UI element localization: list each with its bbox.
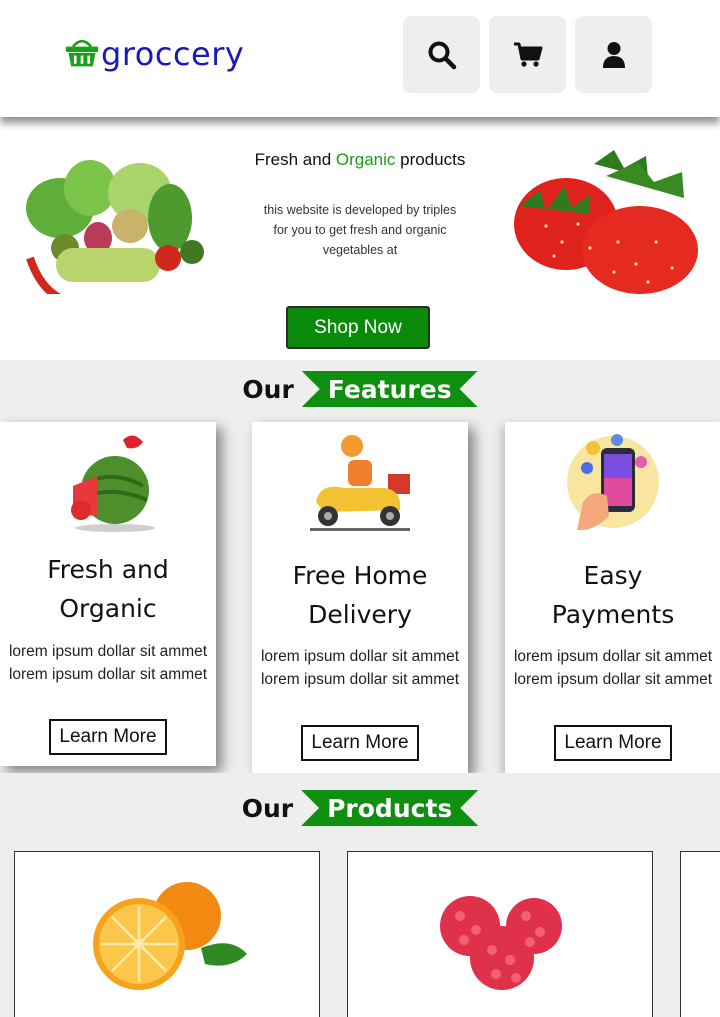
products-heading-ribbon: Products: [301, 790, 478, 826]
shop-now-button[interactable]: Shop Now: [286, 306, 430, 349]
learn-more-button[interactable]: Learn More: [554, 725, 672, 761]
feature-description: lorem ipsum dollar sit ammet lorem ipsum…: [513, 648, 713, 688]
feature-description: lorem ipsum dollar sit ammet lorem ipsum…: [8, 643, 208, 683]
learn-more-button[interactable]: Learn More: [49, 719, 167, 755]
hero-title: Fresh and Organic products: [200, 150, 520, 170]
features-heading-ribbon: Features: [302, 371, 478, 407]
feature-title: Fresh and Organic: [47, 555, 169, 623]
strawberries-image: [506, 146, 712, 296]
feature-description: lorem ipsum dollar sit ammet lorem ipsum…: [260, 648, 460, 688]
product-card-raspberry[interactable]: [347, 851, 653, 1017]
search-icon: [427, 40, 457, 70]
feature-card-delivery: Free Home Delivery lorem ipsum dollar si…: [252, 422, 468, 773]
product-card[interactable]: [680, 851, 720, 1017]
cart-button[interactable]: [489, 16, 566, 93]
hero-description: this website is developed by triples for…: [263, 203, 457, 257]
delivery-scooter-icon: [304, 432, 416, 538]
orange-icon: [91, 878, 249, 998]
hero-title-start: Fresh and: [254, 150, 336, 169]
cart-icon: [513, 41, 543, 69]
products-heading-prefix: Our: [241, 793, 294, 823]
vegetables-image: [20, 148, 208, 302]
site-header: groccery: [0, 0, 720, 117]
product-card-orange[interactable]: [14, 851, 320, 1017]
watermelon-icon: [53, 430, 163, 538]
basket-icon: [64, 34, 100, 74]
raspberry-icon: [430, 890, 570, 998]
hero-banner: Fresh and Organic products this website …: [0, 134, 720, 360]
feature-title: Free Home Delivery: [292, 561, 428, 629]
hero-title-highlight: Organic: [335, 150, 396, 169]
search-button[interactable]: [403, 16, 480, 93]
feature-title: Easy Payments: [551, 561, 675, 629]
learn-more-button[interactable]: Learn More: [301, 725, 419, 761]
user-icon: [602, 41, 626, 69]
products-heading: Our Products: [0, 790, 720, 826]
page: groccery Fresh and Organic products this…: [0, 0, 720, 1017]
account-button[interactable]: [575, 16, 652, 93]
features-heading-prefix: Our: [242, 374, 294, 404]
hero-title-end: products: [395, 150, 466, 169]
features-heading: Our Features: [0, 371, 720, 407]
logo[interactable]: groccery: [64, 34, 244, 74]
feature-card-fresh: Fresh and Organic lorem ipsum dollar sit…: [0, 422, 216, 766]
feature-card-payments: Easy Payments lorem ipsum dollar sit amm…: [505, 422, 720, 773]
phone-payment-icon: [563, 432, 663, 542]
logo-text: groccery: [101, 35, 245, 73]
